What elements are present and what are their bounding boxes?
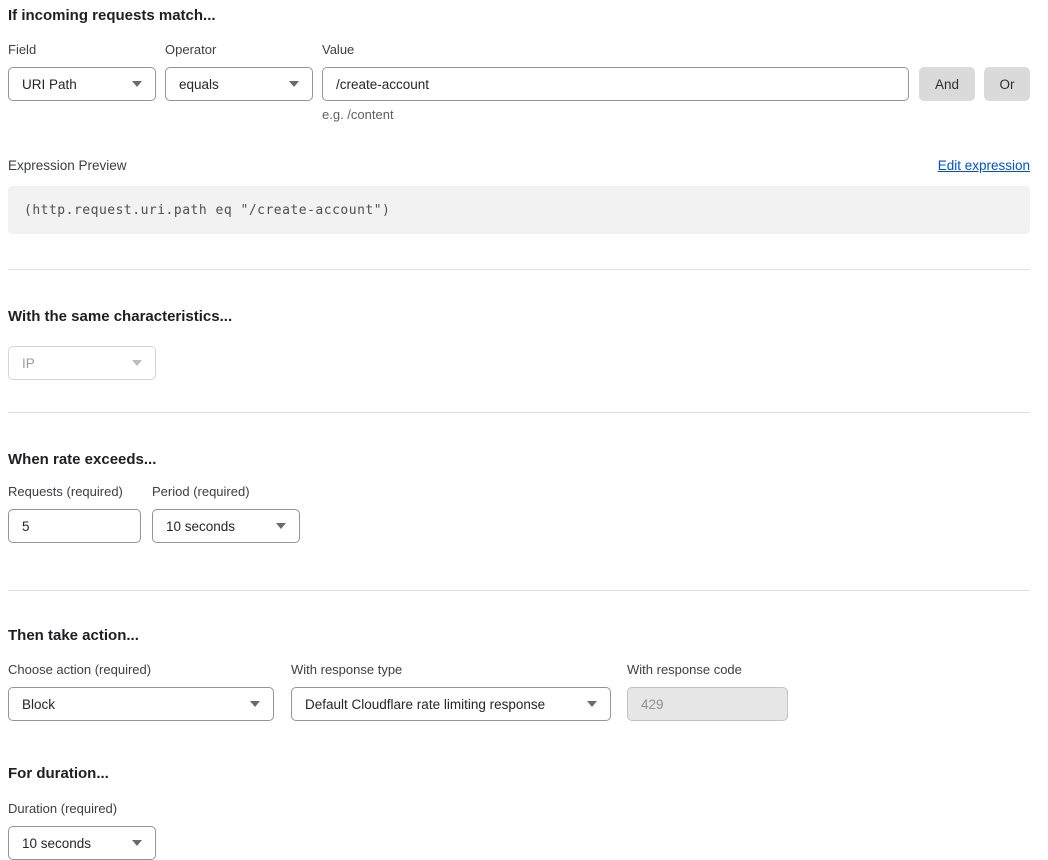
match-controls-row: Field URI Path Operator equals Value e.g…: [8, 43, 1030, 122]
edit-expression-link[interactable]: Edit expression: [938, 158, 1030, 173]
chevron-down-icon: [250, 701, 260, 707]
and-button[interactable]: And: [919, 67, 975, 101]
requests-group: Requests (required): [8, 485, 141, 543]
section-divider: [8, 590, 1030, 591]
response-code-input: [627, 687, 788, 721]
or-button[interactable]: Or: [984, 67, 1030, 101]
chevron-down-icon: [276, 523, 286, 529]
duration-label: Duration (required): [8, 802, 1030, 816]
response-type-label: With response type: [291, 663, 611, 677]
action-select-value: Block: [22, 697, 55, 712]
response-type-select-value: Default Cloudflare rate limiting respons…: [305, 697, 545, 712]
response-code-label: With response code: [627, 663, 788, 677]
action-label: Choose action (required): [8, 663, 274, 677]
chevron-down-icon: [132, 360, 142, 366]
response-type-select[interactable]: Default Cloudflare rate limiting respons…: [291, 687, 611, 721]
value-label: Value: [322, 43, 909, 57]
expression-preview-box: (http.request.uri.path eq "/create-accou…: [8, 186, 1030, 234]
chevron-down-icon: [132, 81, 142, 87]
match-section-heading: If incoming requests match...: [8, 7, 1030, 25]
requests-input[interactable]: [8, 509, 141, 543]
field-group: Field URI Path: [8, 43, 156, 101]
action-group: Choose action (required) Block: [8, 663, 274, 721]
field-select-value: URI Path: [22, 77, 77, 92]
field-label: Field: [8, 43, 156, 57]
field-select[interactable]: URI Path: [8, 67, 156, 101]
action-controls-row: Choose action (required) Block With resp…: [8, 663, 1030, 721]
characteristic-select-value: IP: [22, 356, 35, 371]
value-input[interactable]: [322, 67, 909, 101]
period-group: Period (required) 10 seconds: [152, 485, 300, 543]
period-select[interactable]: 10 seconds: [152, 509, 300, 543]
duration-group: Duration (required) 10 seconds: [8, 802, 1030, 860]
characteristic-select: IP: [8, 346, 156, 380]
value-group: Value e.g. /content: [322, 43, 909, 122]
chevron-down-icon: [587, 701, 597, 707]
chevron-down-icon: [289, 81, 299, 87]
operator-label: Operator: [165, 43, 313, 57]
operator-select[interactable]: equals: [165, 67, 313, 101]
section-divider: [8, 412, 1030, 413]
period-select-value: 10 seconds: [166, 519, 235, 534]
expression-preview-header: Expression Preview Edit expression: [8, 158, 1030, 173]
operator-select-value: equals: [179, 77, 219, 92]
response-code-group: With response code: [627, 663, 788, 721]
expression-preview-label: Expression Preview: [8, 158, 127, 173]
value-hint: e.g. /content: [322, 107, 909, 122]
period-label: Period (required): [152, 485, 300, 499]
action-select[interactable]: Block: [8, 687, 274, 721]
chevron-down-icon: [132, 840, 142, 846]
requests-label: Requests (required): [8, 485, 141, 499]
rate-controls-row: Requests (required) Period (required) 10…: [8, 485, 1030, 543]
operator-group: Operator equals: [165, 43, 313, 101]
duration-section-heading: For duration...: [8, 765, 1030, 783]
action-section-heading: Then take action...: [8, 627, 1030, 645]
expression-code: (http.request.uri.path eq "/create-accou…: [24, 203, 390, 218]
response-type-group: With response type Default Cloudflare ra…: [291, 663, 611, 721]
duration-select[interactable]: 10 seconds: [8, 826, 156, 860]
rate-limiting-rule-form: If incoming requests match... Field URI …: [8, 0, 1030, 860]
section-divider: [8, 269, 1030, 270]
duration-select-value: 10 seconds: [22, 836, 91, 851]
characteristics-section-heading: With the same characteristics...: [8, 308, 1030, 326]
rate-section-heading: When rate exceeds...: [8, 451, 1030, 469]
